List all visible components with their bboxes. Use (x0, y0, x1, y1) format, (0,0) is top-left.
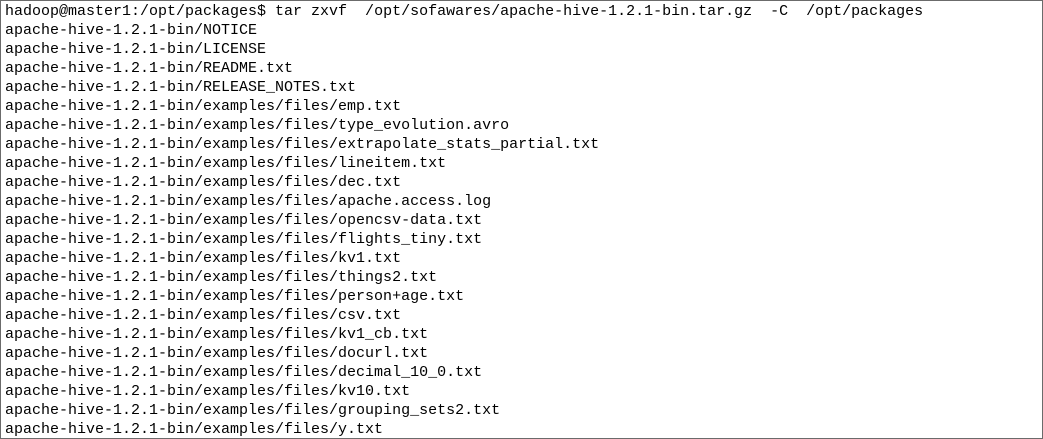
output-line: apache-hive-1.2.1-bin/examples/files/emp… (5, 98, 402, 115)
output-line: apache-hive-1.2.1-bin/examples/files/fli… (5, 231, 483, 248)
output-line: apache-hive-1.2.1-bin/examples/files/kv1… (5, 383, 411, 400)
output-line: apache-hive-1.2.1-bin/examples/files/ext… (5, 136, 600, 153)
output-line: apache-hive-1.2.1-bin/examples/files/kv1… (5, 326, 429, 343)
output-line: apache-hive-1.2.1-bin/examples/files/ope… (5, 212, 483, 229)
shell-command: tar zxvf /opt/sofawares/apache-hive-1.2.… (275, 3, 924, 20)
output-line: apache-hive-1.2.1-bin/examples/files/dec… (5, 364, 483, 381)
terminal-output: hadoop@master1:/opt/packages$ tar zxvf /… (5, 2, 1038, 438)
output-line: apache-hive-1.2.1-bin/examples/files/kv1… (5, 250, 402, 267)
output-line: apache-hive-1.2.1-bin/examples/files/thi… (5, 269, 438, 286)
output-line: apache-hive-1.2.1-bin/examples/files/per… (5, 288, 465, 305)
output-line: apache-hive-1.2.1-bin/README.txt (5, 60, 294, 77)
output-line: apache-hive-1.2.1-bin/examples/files/y.t… (5, 421, 384, 438)
output-line: apache-hive-1.2.1-bin/RELEASE_NOTES.txt (5, 79, 357, 96)
output-line: apache-hive-1.2.1-bin/LICENSE (5, 41, 267, 58)
terminal-window[interactable]: hadoop@master1:/opt/packages$ tar zxvf /… (0, 0, 1043, 439)
output-line: apache-hive-1.2.1-bin/examples/files/typ… (5, 117, 510, 134)
shell-prompt: hadoop@master1:/opt/packages$ (5, 3, 276, 20)
output-line: apache-hive-1.2.1-bin/NOTICE (5, 22, 258, 39)
command-line: hadoop@master1:/opt/packages$ tar zxvf /… (5, 2, 1038, 21)
output-line: apache-hive-1.2.1-bin/examples/files/gro… (5, 402, 501, 419)
output-line: apache-hive-1.2.1-bin/examples/files/apa… (5, 193, 492, 210)
output-line: apache-hive-1.2.1-bin/examples/files/lin… (5, 155, 447, 172)
output-line: apache-hive-1.2.1-bin/examples/files/csv… (5, 307, 402, 324)
output-line: apache-hive-1.2.1-bin/examples/files/doc… (5, 345, 429, 362)
output-line: apache-hive-1.2.1-bin/examples/files/dec… (5, 174, 402, 191)
